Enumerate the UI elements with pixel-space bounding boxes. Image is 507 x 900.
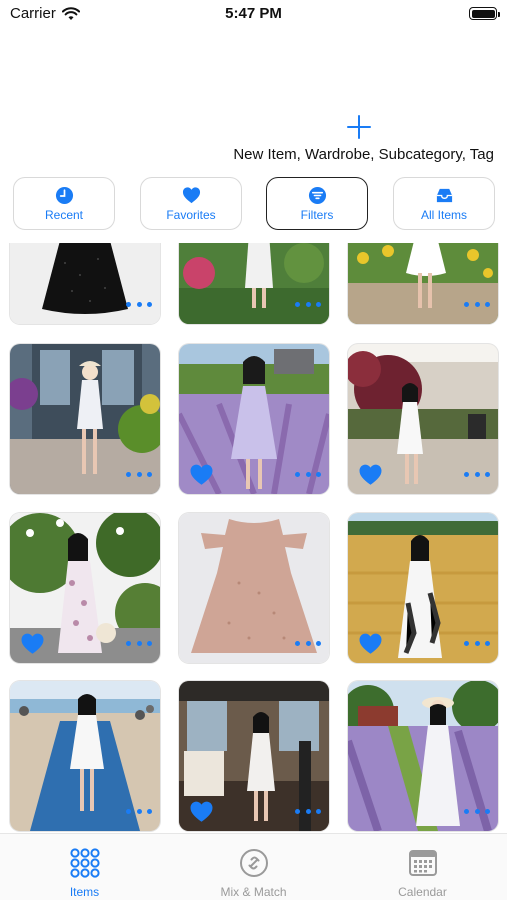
item-card[interactable] xyxy=(179,344,329,494)
filters-button[interactable]: Filters xyxy=(266,177,368,230)
status-time: 5:47 PM xyxy=(225,5,282,22)
favorite-heart-icon[interactable] xyxy=(189,464,214,486)
recent-label: Recent xyxy=(44,208,84,222)
more-options-button[interactable] xyxy=(464,302,490,308)
tab-items-label: Items xyxy=(69,885,100,899)
item-card[interactable] xyxy=(10,243,160,324)
item-card[interactable] xyxy=(348,513,498,663)
recent-button[interactable]: Recent xyxy=(13,177,115,230)
tab-mix-match-label: Mix & Match xyxy=(220,885,287,899)
clock-icon xyxy=(55,186,74,205)
more-options-button[interactable] xyxy=(295,302,321,308)
tab-calendar[interactable]: Calendar xyxy=(338,834,507,900)
item-photo xyxy=(348,243,498,324)
item-card[interactable] xyxy=(10,681,160,831)
tray-icon xyxy=(436,188,453,203)
plus-icon[interactable] xyxy=(347,115,371,139)
all-items-button[interactable]: All Items xyxy=(393,177,495,230)
favorite-heart-icon[interactable] xyxy=(20,633,45,655)
item-card[interactable] xyxy=(10,344,160,494)
item-photo xyxy=(10,243,160,324)
calendar-icon xyxy=(409,850,437,876)
items-grid xyxy=(0,243,507,833)
grid-dots-icon xyxy=(70,848,100,878)
more-options-button[interactable] xyxy=(295,809,321,815)
battery-icon xyxy=(469,7,500,20)
item-card[interactable] xyxy=(179,681,329,831)
favorites-button[interactable]: Favorites xyxy=(140,177,242,230)
item-card[interactable] xyxy=(179,513,329,663)
more-options-button[interactable] xyxy=(126,302,152,308)
more-options-button[interactable] xyxy=(464,472,490,478)
more-options-button[interactable] xyxy=(295,472,321,478)
tab-bar: Items Mix & Match Calendar xyxy=(0,833,507,900)
item-card[interactable] xyxy=(348,681,498,831)
wardrobe-screen: Carrier 5:47 PM New Item, Wardrobe, Subc… xyxy=(0,0,507,900)
filters-label: Filters xyxy=(300,208,334,222)
link-circle-icon xyxy=(240,849,268,877)
more-options-button[interactable] xyxy=(464,809,490,815)
new-item-action[interactable]: New Item, Wardrobe, Subcategory, Tag xyxy=(0,110,507,165)
more-options-button[interactable] xyxy=(126,809,152,815)
item-card[interactable] xyxy=(348,344,498,494)
item-card[interactable] xyxy=(179,243,329,324)
favorite-heart-icon[interactable] xyxy=(358,633,383,655)
item-card[interactable] xyxy=(348,243,498,324)
segment-bar: Recent Favorites Filters All Items xyxy=(0,177,507,231)
tab-calendar-label: Calendar xyxy=(398,885,447,899)
item-photo xyxy=(179,243,329,324)
favorite-heart-icon[interactable] xyxy=(189,801,214,823)
item-card[interactable] xyxy=(10,513,160,663)
filter-icon xyxy=(308,186,327,205)
all-items-label: All Items xyxy=(420,208,467,222)
heart-icon xyxy=(182,187,201,204)
more-options-button[interactable] xyxy=(126,641,152,647)
tab-mix-match[interactable]: Mix & Match xyxy=(169,834,338,900)
new-item-label[interactable]: New Item, Wardrobe, Subcategory, Tag xyxy=(233,146,494,163)
more-options-button[interactable] xyxy=(126,472,152,478)
favorites-label: Favorites xyxy=(166,208,216,222)
favorite-heart-icon[interactable] xyxy=(358,464,383,486)
more-options-button[interactable] xyxy=(295,641,321,647)
status-bar: Carrier 5:47 PM xyxy=(0,0,507,28)
more-options-button[interactable] xyxy=(464,641,490,647)
tab-items[interactable]: Items xyxy=(0,834,169,900)
